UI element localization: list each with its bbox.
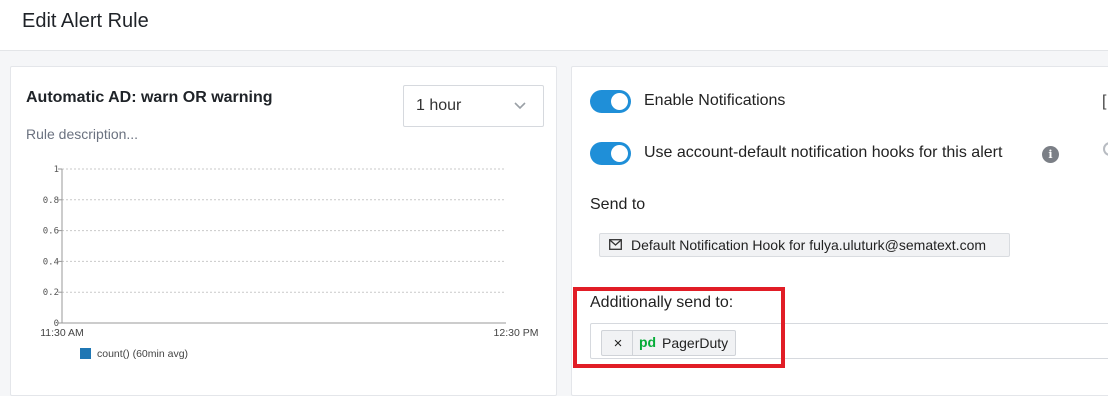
page-title: Edit Alert Rule [22, 10, 149, 32]
red-highlight-box [573, 287, 785, 368]
page-header: Edit Alert Rule [0, 0, 1108, 51]
default-hook-text: Default Notification Hook for fulya.ulut… [631, 237, 987, 253]
default-hook-chip: Default Notification Hook for fulya.ulut… [599, 233, 1010, 257]
toggle-knob [611, 145, 628, 162]
rule-description-input[interactable]: Rule description... [26, 126, 138, 142]
rule-chart: 10.80.60.40.20 11:30 AM 12:30 PM count() … [40, 165, 539, 360]
chevron-down-icon [514, 102, 526, 110]
x-tick-label: 12:30 PM [494, 327, 539, 339]
info-icon[interactable]: i [1042, 146, 1059, 163]
default-hooks-toggle[interactable] [590, 142, 631, 165]
envelope-icon [609, 239, 622, 250]
y-tick-label: 0.2 [43, 288, 59, 298]
enable-notifications-toggle[interactable] [590, 90, 631, 113]
send-to-label: Send to [590, 196, 646, 213]
y-tick-label: 0.6 [43, 227, 59, 237]
default-hooks-label: Use account-default notification hooks f… [644, 144, 1003, 161]
y-tick-label: 0.8 [43, 196, 59, 206]
y-tick-label: 0.4 [43, 257, 59, 267]
legend-swatch [80, 348, 91, 359]
time-range-select[interactable]: 1 hour [403, 85, 544, 127]
clipped-label: [ [1102, 93, 1107, 110]
time-range-value: 1 hour [416, 97, 462, 114]
rule-chart-panel: Automatic AD: warn OR warning Rule descr… [10, 66, 557, 396]
y-tick-label: 1 [54, 165, 59, 175]
legend-label[interactable]: count() (60min avg) [97, 348, 188, 360]
toggle-knob [611, 93, 628, 110]
rule-title: Automatic AD: warn OR warning [26, 89, 273, 106]
x-tick-label: 11:30 AM [40, 327, 84, 339]
enable-notifications-label: Enable Notifications [644, 92, 786, 109]
